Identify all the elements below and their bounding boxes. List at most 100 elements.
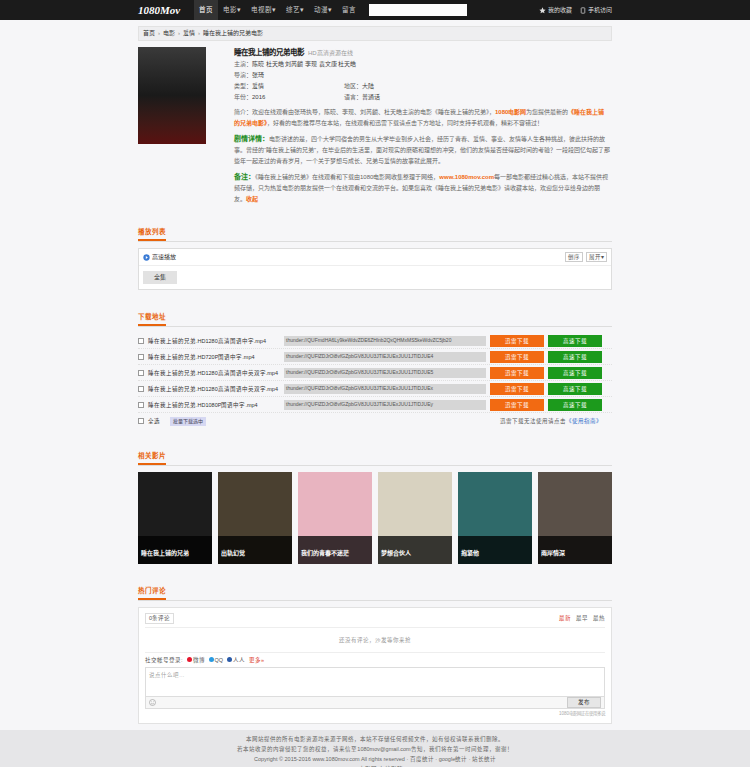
submit-button[interactable]: 发布 [567, 697, 601, 707]
playlist-controls: 倒序展开▾ [565, 252, 607, 262]
download-link[interactable]: thunder://QUFlZDJrOi8vfGZpbGV8JUU3JTlEJU… [286, 401, 484, 409]
movie-poster [138, 47, 206, 144]
paragraph-highlight[interactable]: www.1080mov.com [439, 174, 494, 180]
related-title[interactable]: 抱紧他 [461, 550, 479, 556]
playlist-control[interactable]: 展开▾ [586, 252, 607, 262]
nav-item[interactable]: 综艺▾ [281, 0, 309, 20]
social-label[interactable]: 更多» [249, 656, 264, 664]
field-value: 普通话 [362, 92, 380, 103]
fast-download-button[interactable]: 高速下载 [548, 399, 602, 411]
download-file[interactable]: 睡在我上铺的兄弟.HD720P国语中字.mp4 [148, 353, 280, 361]
paragraph-highlight[interactable]: 收起 [246, 196, 258, 202]
social-label[interactable]: 人人 [233, 656, 245, 664]
checkbox[interactable] [138, 338, 144, 344]
nav-item[interactable]: 电影▾ [218, 0, 246, 20]
comment-tab[interactable]: 最热 [593, 614, 605, 622]
thunder-download-button[interactable]: 迅雷下载 [490, 383, 544, 395]
related-caption: 睡在我上铺的兄弟 [138, 536, 212, 564]
download-file[interactable]: 睡在我上铺的兄弟.HD1280高清国语中英双字.mp4 [148, 385, 280, 393]
breadcrumb-item[interactable]: 首页 [143, 29, 155, 38]
fast-download-button[interactable]: 高速下载 [548, 351, 602, 363]
checkbox[interactable] [138, 386, 144, 392]
related-title[interactable]: 出轨幻觉 [221, 550, 245, 556]
social-button[interactable]: QQ [209, 656, 224, 664]
nav-item[interactable]: 留言 [337, 0, 361, 20]
comment-tab[interactable]: 最早 [576, 614, 588, 622]
episode-button[interactable]: 全集 [143, 271, 177, 284]
logo[interactable]: 1080Mov [138, 2, 180, 19]
social-button[interactable]: 微博 [187, 656, 205, 664]
thunder-download-button[interactable]: 迅雷下载 [490, 399, 544, 411]
download-link[interactable]: thunder://QUFlZDJrOi8vfGZpbGV8JUU3JTlEJU… [286, 385, 484, 393]
playlist-header: 高速播放倒序展开▾ [139, 249, 611, 266]
nav-item[interactable]: 动漫▾ [309, 0, 337, 20]
header-link[interactable]: 手机访问 [580, 6, 612, 15]
playlist-control[interactable]: 倒序 [565, 252, 583, 262]
download-link[interactable]: thunder://QUFmdHA6Ly9keWdvZDE6ZHlnb2QxQH… [286, 337, 484, 345]
thunder-download-button[interactable]: 迅雷下载 [490, 367, 544, 379]
related-card[interactable]: 睡在我上铺的兄弟 [138, 472, 212, 564]
related-card[interactable]: 我们的青春不迷茫 [298, 472, 372, 564]
social-label[interactable]: 微博 [193, 656, 205, 664]
header-link-label[interactable]: 我的收藏 [548, 6, 572, 15]
movie-details: 睡在我上铺的兄弟电影HD高清资源在线主演：陈晓 杜天皓 刘芮麟 李现 袁文康 杜… [234, 47, 612, 205]
related-card[interactable]: 出轨幻觉 [218, 472, 292, 564]
social-label[interactable]: QQ [215, 656, 224, 664]
movie-paragraph: 剧情详情：电影讲述的是，四个大学同宿舍的男生从大学毕业到步入社会，经历了青春、爱… [234, 133, 610, 167]
related-title[interactable]: 我们的青春不迷茫 [301, 550, 349, 556]
checkbox[interactable] [138, 418, 144, 424]
select-all-label[interactable]: 全选 [148, 417, 160, 425]
field: 类型：爱情 [234, 81, 344, 92]
related-caption: 梦想合伙人 [378, 536, 452, 564]
movie-paragraph: 备注：《睡在我上铺的兄弟》在线观看和下载由1080电影网收集整理于网络，www.… [234, 171, 610, 205]
paragraph-highlight[interactable]: 1080电影网 [495, 109, 526, 115]
comment-input[interactable] [145, 667, 605, 697]
social-button[interactable]: 更多» [249, 656, 264, 664]
related-card[interactable]: 梦想合伙人 [378, 472, 452, 564]
download-file[interactable]: 睡在我上铺的兄弟.HD1280高清国语中英双字.mp4 [148, 369, 280, 377]
download-link[interactable]: thunder://QUFlZDJrOi8vfGZpbGV8JUU3JTlEJU… [286, 369, 484, 377]
download-file[interactable]: 睡在我上铺的兄弟.HD1280高清国语中字.mp4 [148, 337, 280, 345]
breadcrumb-item[interactable]: 电影 [163, 29, 175, 38]
related-caption: 雨岸情深 [538, 536, 612, 564]
nav-item[interactable]: 首页 [194, 0, 218, 20]
comment-count: 0条评论 [145, 613, 174, 623]
paragraph-text: 简介：欢迎在线观看由张琦执导，陈晓、李现、刘芮麟、杜天皓主演的电影《睡在我上铺的… [234, 109, 495, 115]
comment-box: 0条评论最新最早最热还没有评论，沙发等你来抢社交帐号登录:微博QQ人人更多»发布… [138, 607, 612, 724]
thunder-download-button[interactable]: 迅雷下载 [490, 351, 544, 363]
breadcrumb-item[interactable]: 爱情 [183, 29, 195, 38]
related-title[interactable]: 睡在我上铺的兄弟 [141, 550, 189, 556]
fast-download-button[interactable]: 高速下载 [548, 383, 602, 395]
related-caption: 抱紧他 [458, 536, 532, 564]
social-button[interactable]: 人人 [227, 656, 245, 664]
nav-item[interactable]: 电视剧▾ [246, 0, 281, 20]
header-link-label[interactable]: 手机访问 [588, 6, 612, 15]
download-link[interactable]: thunder://QUFlZDJrOi8vfGZpbGV8JUU3JTlEJU… [286, 353, 484, 361]
related-title[interactable]: 雨岸情深 [541, 550, 565, 556]
search-input[interactable] [369, 4, 467, 16]
related-card[interactable]: 抱紧他 [458, 472, 532, 564]
related-card[interactable]: 雨岸情深 [538, 472, 612, 564]
fast-download-button[interactable]: 高速下载 [548, 335, 602, 347]
comment-tab[interactable]: 最新 [559, 614, 571, 622]
related-title[interactable]: 梦想合伙人 [381, 550, 411, 556]
checkbox[interactable] [138, 370, 144, 376]
social-login: 社交帐号登录:微博QQ人人更多» [145, 652, 605, 664]
checkbox[interactable] [138, 354, 144, 360]
fast-download-button[interactable]: 高速下载 [548, 367, 602, 379]
field-row: 年份：2016语言：普通话 [234, 92, 610, 103]
thunder-download-button[interactable]: 迅雷下载 [490, 335, 544, 347]
breadcrumb-item[interactable]: 睡在我上铺的兄弟电影 [203, 29, 263, 38]
download-file[interactable]: 睡在我上铺的兄弟.HD1080P国语中字.mp4 [148, 401, 280, 409]
field-label: 类型： [234, 81, 252, 92]
footer-line: 若本站收录的内容侵犯了您的权益，请来信至1080mov@gmail.com告知，… [237, 745, 512, 754]
header-link[interactable]: 我的收藏 [539, 6, 572, 15]
paragraph-text: 《睡在我上铺的兄弟》在线观看和下载由1080电影网收集整理于网络， [255, 174, 439, 180]
episode-list: 全集 [139, 266, 611, 289]
guide-link[interactable]: 《使用指南》 [566, 418, 602, 424]
playlist-box: 高速播放倒序展开▾ 全集 [138, 248, 612, 290]
batch-download-button[interactable]: 批量下载选中 [170, 417, 206, 427]
checkbox[interactable] [138, 402, 144, 408]
top-bar: 1080Mov 首页电影▾电视剧▾综艺▾动漫▾留言 我的收藏 手机访问 [0, 0, 750, 20]
related-grid: 睡在我上铺的兄弟 出轨幻觉 我们的青春不迷茫 梦想合伙人 抱紧他 雨岸情深 [138, 472, 612, 564]
